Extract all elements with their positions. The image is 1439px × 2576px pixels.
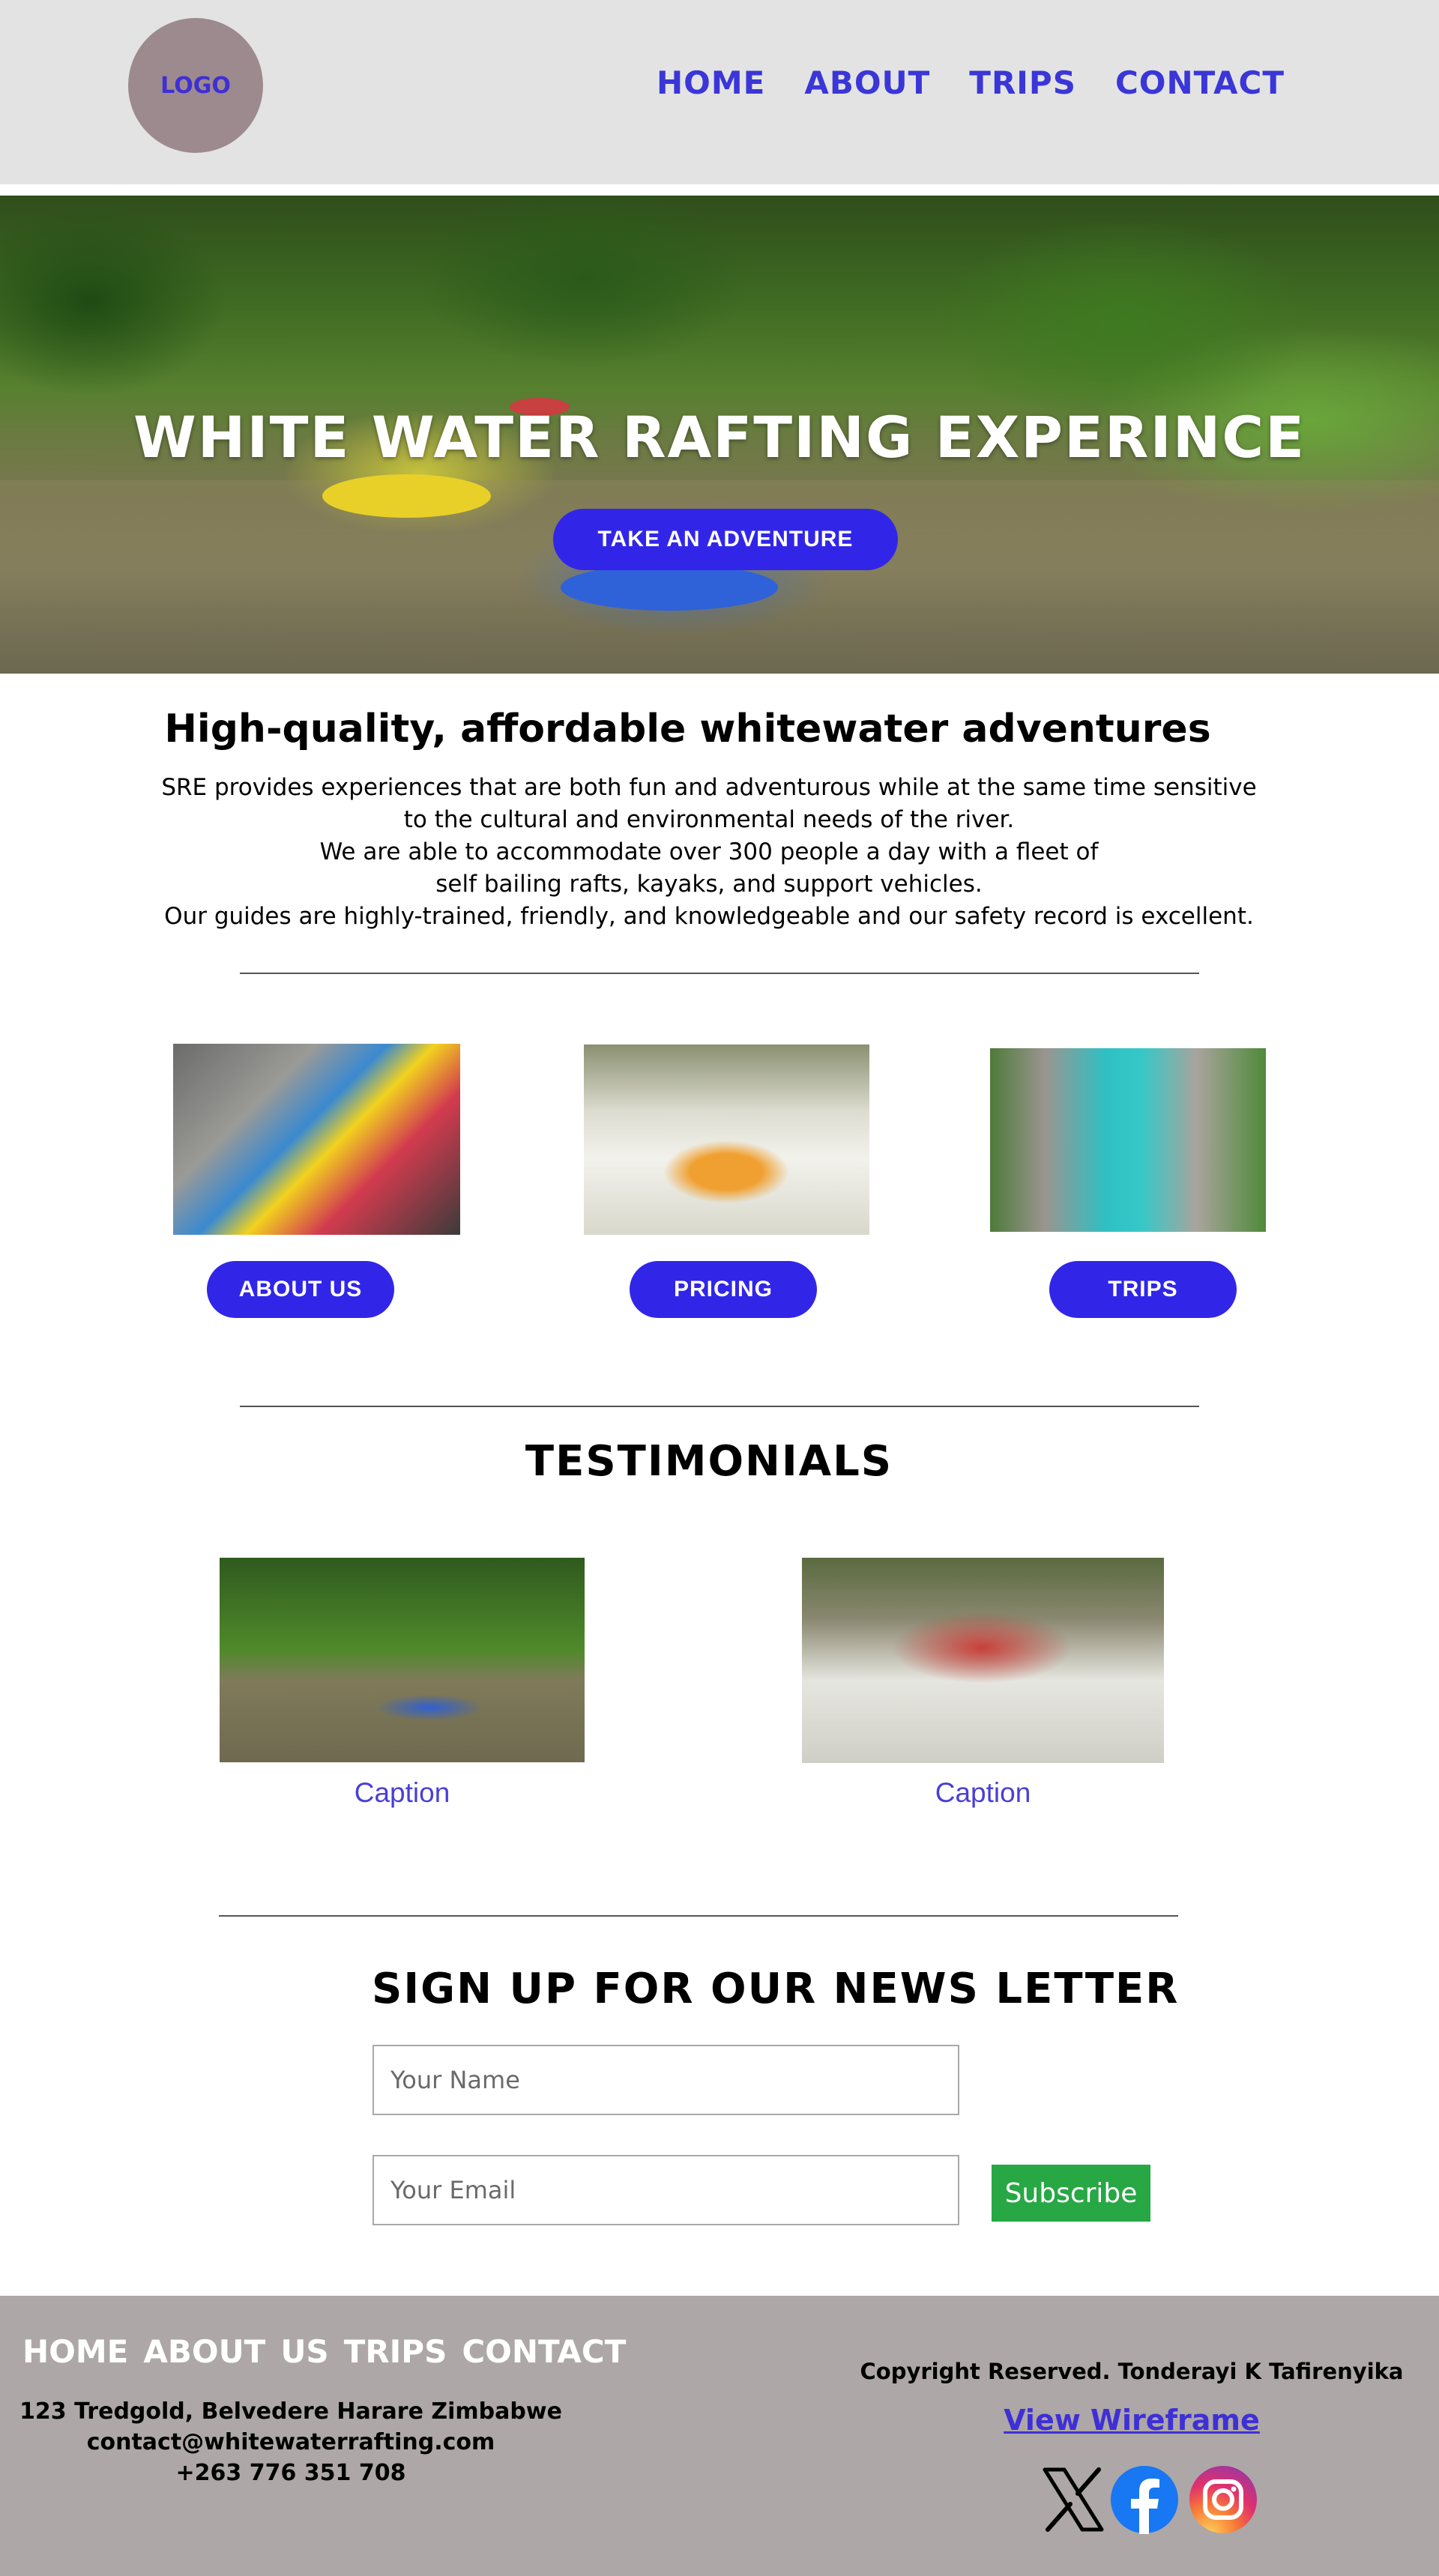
name-input[interactable] [372,2045,959,2115]
divider [240,973,1199,974]
instagram-icon[interactable] [1189,2465,1258,2534]
footer-us-link[interactable]: US [280,2333,328,2370]
nav-home-link[interactable]: HOME [657,64,765,101]
footer-trips-link[interactable]: TRIPS [344,2333,447,2370]
nav-contact-link[interactable]: CONTACT [1115,64,1285,101]
raft-blue [561,564,778,611]
site-footer: HOME ABOUT US TRIPS CONTACT 123 Tredgold… [0,2296,1439,2576]
copyright-text: Copyright Reserved. Tonderayi K Tafireny… [860,2359,1404,2384]
intro-line: self bailing rafts, kayaks, and support … [435,871,983,898]
main-nav: HOME ABOUT TRIPS CONTACT [657,64,1285,101]
footer-nav: HOME ABOUT US TRIPS CONTACT [22,2333,626,2370]
intro-line: SRE provides experiences that are both f… [161,774,1257,801]
footer-about-link[interactable]: ABOUT [143,2333,265,2370]
intro-line: to the cultural and environmental needs … [403,806,1015,833]
view-wireframe-link[interactable]: View Wireframe [832,2404,1432,2437]
hero-banner: WHITE WATER RAFTING EXPERINCE TAKE AN AD… [0,196,1439,674]
pricing-button[interactable]: PRICING [630,1261,817,1318]
divider [240,1406,1199,1407]
testimonial-caption: Caption [935,1777,1031,1808]
trips-button[interactable]: TRIPS [1049,1261,1237,1318]
nav-trips-link[interactable]: TRIPS [969,64,1076,101]
logo[interactable]: LOGO [128,18,263,153]
intro-text: SRE provides experiences that are both f… [0,772,1418,933]
email-line: contact@whitewaterrafting.com [86,2429,495,2455]
nav-about-link[interactable]: ABOUT [804,64,930,101]
site-header: LOGO HOME ABOUT TRIPS CONTACT [0,0,1439,184]
intro-title: High-quality, affordable whitewater adve… [164,707,1211,752]
about-us-button[interactable]: ABOUT US [207,1261,394,1318]
take-adventure-button[interactable]: TAKE AN ADVENTURE [553,509,898,570]
newsletter-title: SIGN UP FOR OUR NEWS LETTER [372,1965,1180,2013]
facebook-icon[interactable] [1110,2465,1179,2534]
intro-line: We are able to accommodate over 300 peop… [319,838,1099,865]
paddle-splash-image [173,1044,460,1235]
x-icon[interactable] [1039,2465,1108,2534]
address-line: 123 Tredgold, Belvedere Harare Zimbabwe [19,2398,562,2425]
subscribe-button[interactable]: Subscribe [992,2165,1150,2222]
testimonial-caption: Caption [354,1777,450,1808]
raft-yellow [322,474,491,518]
footer-home-link[interactable]: HOME [22,2333,128,2370]
phone-line: +263 776 351 708 [175,2460,406,2486]
email-input[interactable] [372,2155,959,2225]
divider [219,1915,1178,1917]
whitewater-group-image [802,1558,1164,1763]
raft-rapids-image [584,1044,869,1235]
hero-title: WHITE WATER RAFTING EXPERINCE [133,404,1306,471]
contact-address: 123 Tredgold, Belvedere Harare Zimbabwe … [0,2396,582,2488]
footer-contact-link[interactable]: CONTACT [462,2333,626,2370]
intro-line: Our guides are highly-trained, friendly,… [164,903,1254,930]
turquoise-river-gorge-image [990,1048,1266,1232]
calm-river-rafts-image [220,1558,585,1762]
testimonials-title: TESTIMONIALS [525,1437,893,1486]
